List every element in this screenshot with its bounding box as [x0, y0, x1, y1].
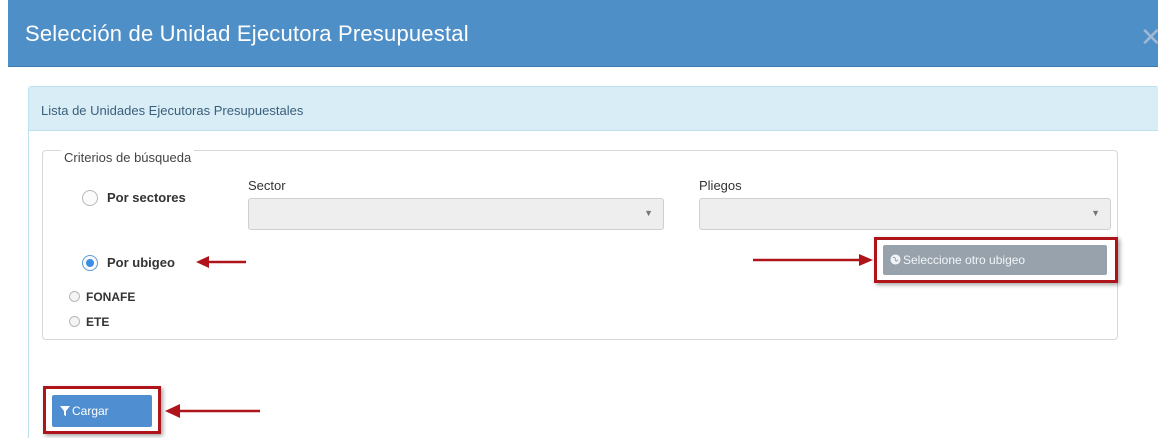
filter-icon	[60, 406, 70, 416]
modal-header: Selección de Unidad Ejecutora Presupuest…	[8, 0, 1158, 67]
sector-label: Sector	[248, 178, 286, 193]
radio-label-por-ubigeo: Por ubigeo	[107, 255, 175, 270]
pliegos-label: Pliegos	[699, 178, 742, 193]
panel-heading: Lista de Unidades Ejecutoras Presupuesta…	[29, 87, 1158, 131]
cargar-label: Cargar	[72, 404, 109, 418]
globe-icon	[890, 254, 901, 265]
pliegos-select[interactable]: ▼	[699, 198, 1111, 230]
modal-title: Selección de Unidad Ejecutora Presupuest…	[25, 21, 469, 46]
caret-down-icon: ▼	[1091, 208, 1100, 218]
caret-down-icon: ▼	[644, 208, 653, 218]
annotation-arrow-left-ubigeo	[196, 256, 246, 268]
select-ubigeo-button[interactable]: Seleccione otro ubigeo	[883, 245, 1107, 275]
panel-title: Lista de Unidades Ejecutoras Presupuesta…	[41, 103, 304, 118]
close-icon[interactable]: ✕	[1140, 24, 1158, 51]
radio-label-fonafe: FONAFE	[86, 290, 136, 304]
radio-label-por-sectores: Por sectores	[107, 190, 186, 205]
annotation-arrow-right-ubigeo	[753, 254, 873, 266]
radio-fonafe[interactable]	[69, 291, 80, 302]
criteria-legend: Criterios de búsqueda	[61, 150, 195, 165]
cargar-button[interactable]: Cargar	[52, 395, 152, 427]
select-ubigeo-label: Seleccione otro ubigeo	[903, 253, 1026, 267]
radio-label-ete: ETE	[86, 315, 110, 329]
annotation-arrow-left-cargar	[165, 404, 260, 418]
radio-ete[interactable]	[69, 316, 80, 327]
radio-por-ubigeo[interactable]	[82, 255, 98, 271]
sector-select[interactable]: ▼	[248, 198, 664, 230]
page-edge	[0, 0, 7, 438]
radio-por-sectores[interactable]	[82, 190, 98, 206]
